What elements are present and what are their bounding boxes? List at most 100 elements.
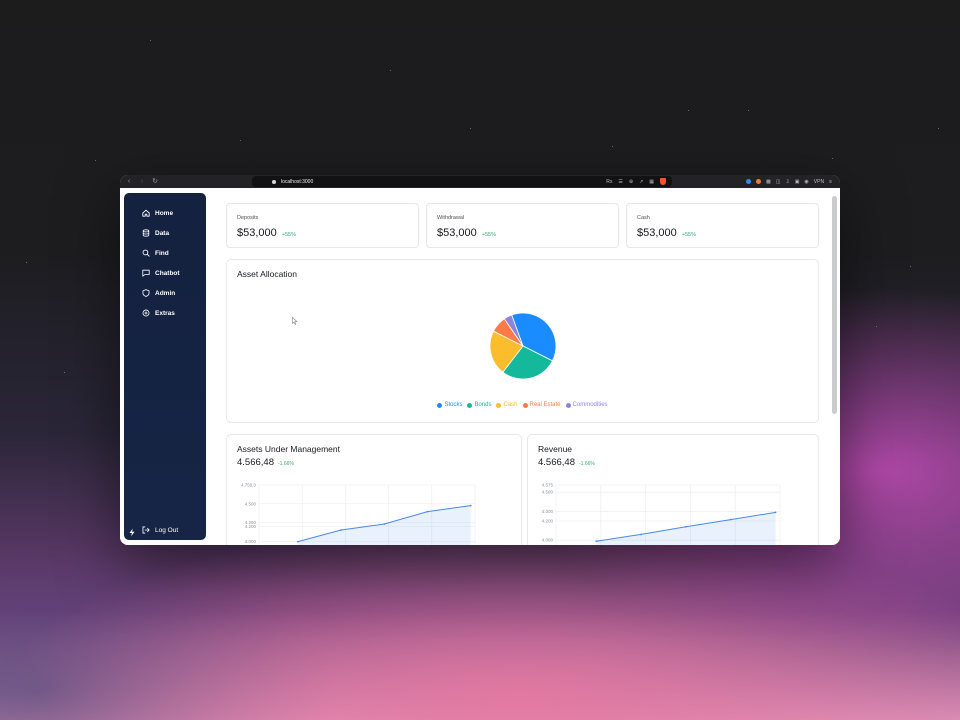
stat-value-row: $53,000 +55% — [437, 227, 496, 239]
legend-item[interactable]: Cash — [496, 402, 518, 408]
stat-value: $53,000 — [437, 227, 477, 239]
data-point — [383, 523, 386, 525]
share-icon[interactable]: ↗ — [639, 179, 643, 185]
sidebar-item-home[interactable]: Home — [141, 206, 173, 220]
sidebar-item-label: Extras — [155, 309, 175, 317]
brave-shield-icon[interactable] — [660, 178, 666, 185]
bolt-icon[interactable] — [128, 528, 136, 537]
stat-value: $53,000 — [637, 227, 677, 239]
stat-value: $53,000 — [237, 227, 277, 239]
stat-change: +55% — [681, 232, 696, 238]
stat-card-deposits: Deposits $53,000 +55% — [226, 203, 419, 248]
data-point — [640, 533, 643, 536]
legend-swatch — [565, 402, 571, 408]
legend-label: Cash — [503, 402, 518, 408]
stat-label: Deposits — [237, 215, 259, 221]
sidebar-item-label: Chatbot — [155, 269, 180, 277]
sidebar-item-data[interactable]: Data — [141, 226, 169, 240]
y-tick-label: 4.300 — [542, 509, 554, 514]
page-scrollbar[interactable] — [832, 196, 837, 414]
sidebar-item-extras[interactable]: Extras — [141, 306, 175, 320]
translate-icon[interactable]: Rx — [606, 179, 612, 185]
data-point — [729, 518, 732, 521]
zoom-icon[interactable]: ⊕ — [629, 179, 633, 185]
logout-button[interactable]: Log Out — [141, 523, 178, 537]
sidebar-item-label: Admin — [155, 289, 176, 297]
browser-toolbar: ‹ › ↻ ◻ localhost:3000 Rx ☰ ⊕ ↗ ▦ ▩ ◫ ⇩ … — [120, 175, 840, 188]
back-icon[interactable]: ‹ — [125, 175, 133, 188]
data-point — [469, 504, 472, 507]
extensions-icon[interactable]: ▦ — [649, 179, 654, 185]
sidebar-item-label: Data — [155, 229, 170, 237]
y-tick-label: 4.200 — [245, 524, 257, 529]
y-tick-label: 4.575 — [542, 483, 554, 488]
download-icon[interactable]: ⇩ — [785, 179, 789, 185]
sidebar-item-label: Find — [155, 249, 169, 257]
data-point — [774, 511, 777, 514]
legend-swatch — [437, 402, 443, 408]
legend-label: Commodities — [572, 402, 608, 408]
data-point — [426, 510, 429, 513]
sidebar-item-chatbot[interactable]: Chatbot — [141, 266, 180, 280]
stat-label: Withdrawal — [437, 215, 465, 221]
y-tick-label: 4.500 — [542, 490, 554, 495]
legend-item[interactable]: Commodities — [565, 402, 608, 408]
pie-chart — [489, 312, 557, 380]
home-icon — [141, 209, 150, 218]
app-page: Home Data Find Chatbot Admin Extras Log … — [120, 188, 840, 545]
data-point — [296, 540, 299, 543]
aum-panel: Assets Under Management 4.566,48 -1.66% 4… — [226, 434, 522, 545]
database-icon — [141, 229, 150, 238]
legend-label: Bonds — [474, 402, 492, 408]
sidebar-item-admin[interactable]: Admin — [141, 286, 175, 300]
vpn-icon[interactable]: ◉ — [804, 179, 808, 185]
data-point — [595, 540, 598, 543]
chart-legend: Stocks Bonds Cash Real Estate Commodities — [227, 402, 818, 408]
legend-label: Real Estate — [529, 402, 561, 408]
site-info-icon[interactable] — [272, 179, 276, 184]
legend-item[interactable]: Stocks — [437, 402, 462, 408]
legend-swatch — [522, 402, 528, 408]
stat-card-withdrawal: Withdrawal $53,000 +55% — [426, 203, 619, 248]
legend-label: Stocks — [444, 402, 463, 408]
mouse-cursor-icon — [292, 317, 298, 325]
browser-window: ‹ › ↻ ◻ localhost:3000 Rx ☰ ⊕ ↗ ▦ ▩ ◫ ⇩ … — [120, 175, 840, 545]
forward-icon[interactable]: › — [138, 175, 146, 188]
sidebar: Home Data Find Chatbot Admin Extras Log … — [124, 193, 206, 540]
asset-allocation-panel: Asset Allocation Stocks Bonds Cash Real Est… — [226, 259, 819, 423]
wallet-icon[interactable] — [746, 179, 752, 184]
revenue-panel: Revenue 4.566,48 -1.66% 4.575 4.500 4.300 4.… — [527, 434, 819, 545]
sidebar-toggle-icon[interactable]: ◫ — [776, 179, 781, 185]
legend-item[interactable]: Real Estate — [522, 402, 561, 408]
stat-change: +55% — [281, 232, 296, 238]
rewards-icon[interactable] — [756, 179, 762, 184]
logout-label: Log Out — [155, 526, 179, 534]
y-tick-label: 4.200 — [542, 519, 554, 524]
search-icon — [141, 249, 150, 258]
menu-icon[interactable]: ≡ — [829, 179, 832, 185]
puzzle-icon[interactable]: ▩ — [766, 179, 771, 185]
y-tick-label: 4.000 — [542, 538, 554, 543]
vpn-label[interactable]: VPN — [814, 179, 824, 185]
stat-value-row: $53,000 +55% — [637, 227, 696, 239]
data-point — [340, 529, 342, 531]
logout-icon — [141, 526, 150, 535]
legend-item[interactable]: Bonds — [467, 402, 491, 408]
sidebar-item-find[interactable]: Find — [141, 246, 169, 260]
url-text[interactable]: localhost:3000 — [281, 179, 313, 185]
stat-card-cash: Cash $53,000 +55% — [626, 203, 819, 248]
stat-value-row: $53,000 +55% — [237, 227, 296, 239]
area-fill — [297, 505, 471, 545]
shield-icon — [141, 289, 150, 298]
aum-area-chart: 4.750,04.5004.2504.2004.000 — [241, 483, 476, 545]
reload-icon[interactable]: ↻ — [151, 175, 159, 188]
stat-change: +55% — [481, 232, 496, 238]
y-tick-label: 4.500 — [245, 501, 257, 506]
reader-icon[interactable]: ☰ — [618, 179, 622, 185]
legend-swatch — [467, 402, 473, 408]
screenshot-icon[interactable]: ▣ — [795, 179, 800, 185]
area-fill — [596, 512, 776, 545]
y-tick-label: 4.750,0 — [241, 483, 257, 488]
address-bar[interactable]: localhost:3000 Rx ☰ ⊕ ↗ ▦ — [252, 176, 672, 187]
stat-label: Cash — [637, 215, 650, 221]
